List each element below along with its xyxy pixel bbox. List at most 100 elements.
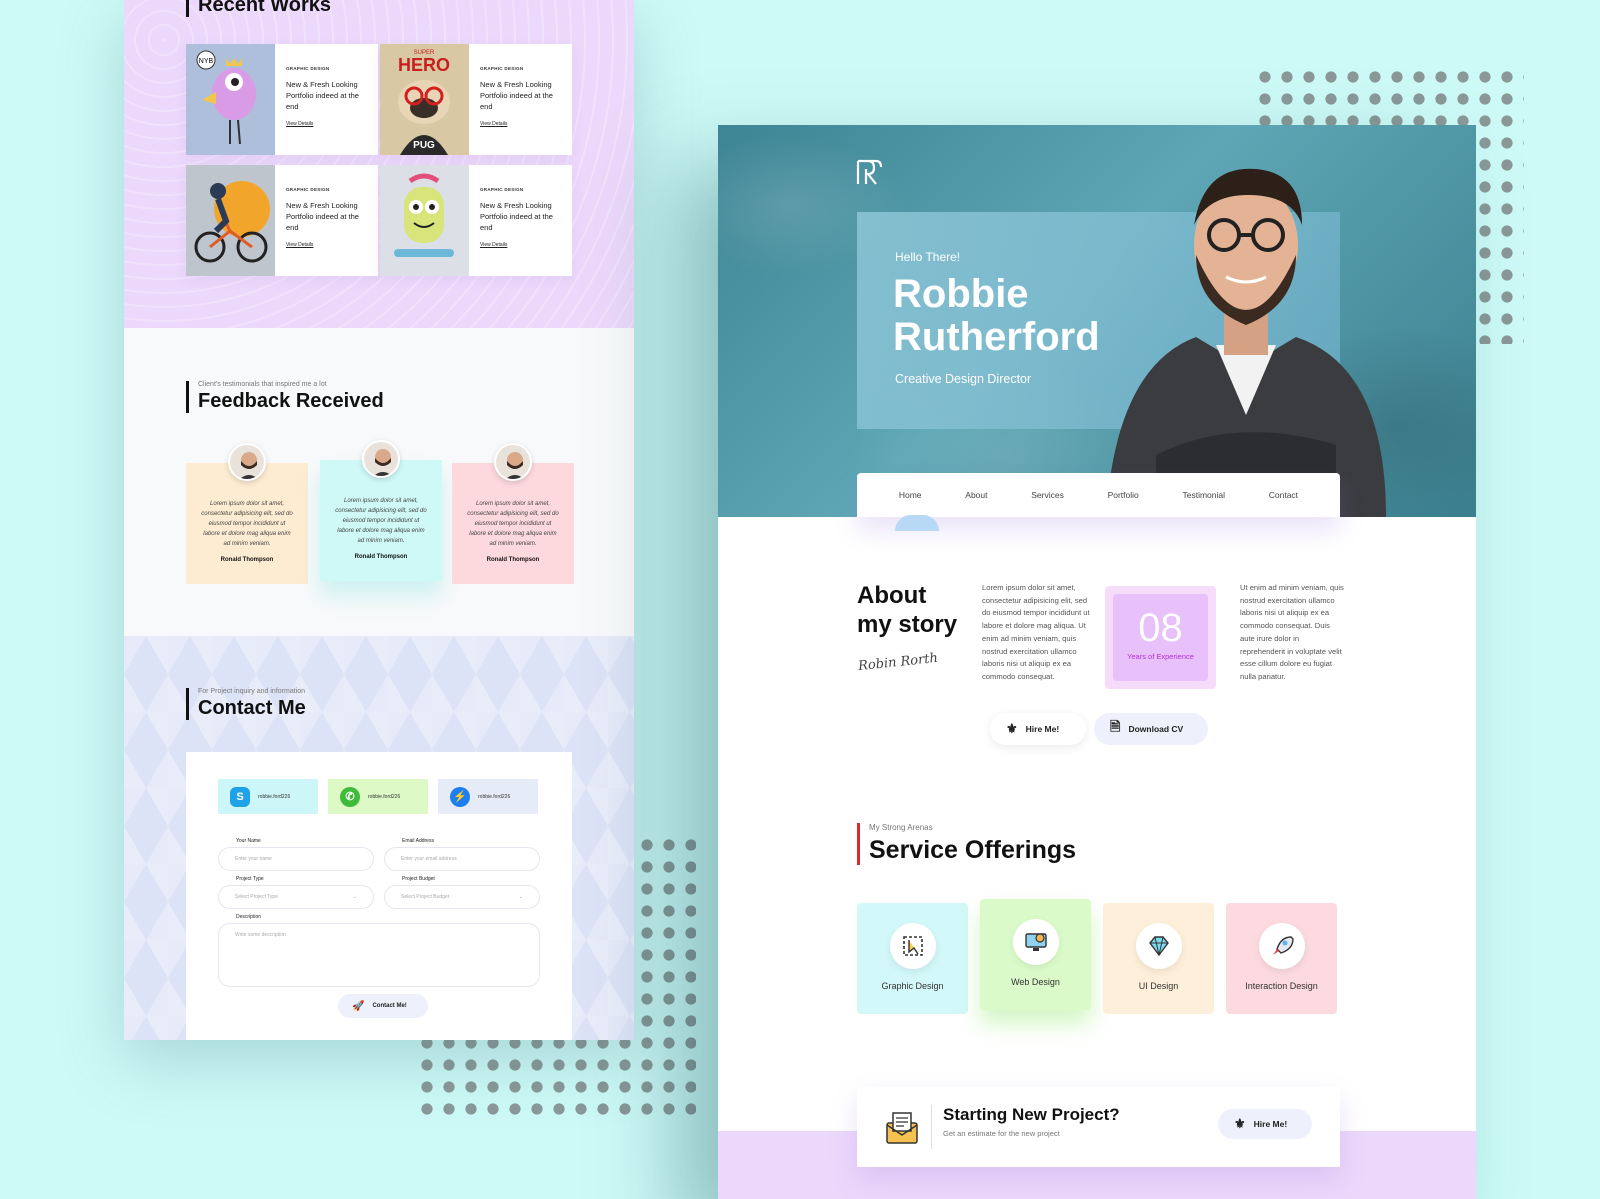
bmx-illustration [194, 181, 270, 263]
years-count: 08 [1138, 606, 1183, 650]
description-label: Description [236, 914, 262, 920]
cta-card: Starting New Project? Get an estimate fo… [857, 1087, 1340, 1167]
avatar [228, 443, 266, 481]
hero-portrait [1106, 168, 1386, 517]
testimonial-quote: Lorem ipsum dolor sit amet, consectetur … [201, 501, 293, 547]
document-icon: 🗎 [1110, 719, 1121, 734]
messenger-icon: ⚡ [450, 786, 470, 807]
whatsapp-contact-chip[interactable]: ✆ robbie.ford226 [328, 779, 428, 814]
avatar [362, 440, 400, 478]
description-textarea[interactable]: Write some description [218, 923, 540, 987]
greeting-text: Hello There! [895, 250, 961, 264]
testimonial-name: Ronald Thompson [354, 554, 408, 560]
project-type-select[interactable]: Select Project Type ⌄ [218, 885, 374, 909]
right-page-preview: Hello There! Robbie Rutherford Creative … [718, 125, 1476, 1199]
bird-badge-text: NYB [199, 58, 214, 65]
work-thumbnail-bird: NYB [186, 44, 275, 155]
work-thumbnail-pug: SUPER HERO PUG [380, 44, 469, 155]
feedback-heading: Client's testimonials that inspired me a… [186, 381, 384, 413]
view-details-link[interactable]: View Details [480, 242, 572, 248]
pug-illustration: SUPER HERO PUG [398, 50, 450, 155]
work-card[interactable]: GRAPHIC DESIGN New & Fresh Looking Portf… [380, 165, 572, 276]
cta-subtitle: Get an estimate for the new project [943, 1129, 1060, 1138]
work-title: New & Fresh Looking Portfolio indeed at … [480, 201, 553, 232]
hero-first-name: Robbie [893, 272, 1029, 316]
hero-role: Creative Design Director [895, 372, 1032, 386]
chevron-down-icon: ⌄ [518, 894, 523, 900]
nav-testimonial[interactable]: Testimonial [1182, 490, 1225, 500]
project-type-label: Project Type [236, 876, 264, 882]
work-category: GRAPHIC DESIGN [286, 66, 330, 71]
work-card[interactable]: NYB GRAPHIC DESIGN New & Fresh Looking P… [186, 44, 378, 155]
service-card-graphic-design[interactable]: Graphic Design [857, 903, 968, 1014]
work-card[interactable]: SUPER HERO PUG GRAPHIC DESIGN New & Fres… [380, 44, 572, 155]
view-details-link[interactable]: View Details [286, 121, 378, 127]
email-field[interactable]: Enter your email address [384, 847, 540, 871]
contact-heading: For Project inquiry and information Cont… [186, 688, 306, 720]
project-budget-label: Project Budget [402, 876, 435, 882]
nav-active-indicator [895, 515, 939, 531]
work-title: New & Fresh Looking Portfolio indeed at … [286, 201, 359, 232]
messenger-contact-chip[interactable]: ⚡ robbie.ford226 [438, 779, 538, 814]
cta-title: Starting New Project? [943, 1105, 1120, 1124]
about-title: About my story [857, 582, 958, 638]
whatsapp-icon: ✆ [340, 786, 360, 807]
testimonial-name: Ronald Thompson [486, 557, 540, 563]
mail-icon [886, 1112, 918, 1144]
chevron-down-icon: ⌄ [352, 894, 357, 900]
nav-about[interactable]: About [965, 490, 987, 500]
download-cv-button[interactable]: 🗎 Download CV [1094, 713, 1208, 745]
graphic-design-icon [889, 923, 936, 969]
skype-icon: S [230, 786, 250, 807]
nav-services[interactable]: Services [1031, 490, 1064, 500]
cta-divider [931, 1105, 932, 1149]
monster-illustration [394, 173, 454, 257]
cta-hire-me-button[interactable]: ⚜ Hire Me! [1218, 1109, 1312, 1139]
work-category: GRAPHIC DESIGN [480, 187, 524, 192]
service-card-ui-design[interactable]: UI Design [1103, 903, 1214, 1014]
nav-contact[interactable]: Contact [1269, 490, 1298, 500]
contact-me-button[interactable]: 🚀 Contact Me! [338, 994, 428, 1018]
main-navigation: Home About Services Portfolio Testimonia… [857, 473, 1340, 531]
testimonial-card: Lorem ipsum dolor sit amet, consectetur … [452, 443, 574, 584]
contact-form-card: S robbie.ford226 ✆ robbie.ford226 ⚡ robb… [186, 752, 572, 1040]
about-text-col1: Lorem ipsum dolor sit amet, consectetur … [982, 583, 1090, 681]
work-category: GRAPHIC DESIGN [480, 66, 524, 71]
skype-contact-chip[interactable]: S robbie.ford226 [218, 779, 318, 814]
logo-icon [856, 159, 883, 185]
hire-me-button[interactable]: ⚜ Hire Me! [990, 713, 1086, 745]
service-card-interaction-design[interactable]: Interaction Design [1226, 903, 1337, 1014]
years-label: Years of Experience [1127, 652, 1194, 661]
testimonial-card: Lorem ipsum dolor sit amet, consectetur … [186, 443, 308, 584]
email-label: Email Address [402, 838, 434, 844]
view-details-link[interactable]: View Details [286, 242, 378, 248]
testimonial-name: Ronald Thompson [220, 557, 274, 563]
hire-icon: ⚜ [1234, 1116, 1246, 1131]
name-field[interactable]: Enter your name [218, 847, 374, 871]
name-label: Your Name [236, 838, 261, 844]
view-details-link[interactable]: View Details [480, 121, 572, 127]
testimonial-quote: Lorem ipsum dolor sit amet, consectetur … [335, 498, 427, 544]
signature: Robin Rorth [857, 650, 939, 675]
about-text-col2: Ut enim ad minim veniam, quis nostrud ex… [1240, 583, 1344, 681]
work-card[interactable]: GRAPHIC DESIGN New & Fresh Looking Portf… [186, 165, 378, 276]
web-design-icon [1012, 919, 1059, 965]
work-thumbnail-monster [380, 165, 469, 276]
work-category: GRAPHIC DESIGN [286, 187, 330, 192]
work-title: New & Fresh Looking Portfolio indeed at … [286, 80, 359, 111]
bird-illustration: NYB [196, 50, 256, 145]
hero-last-name: Rutherford [893, 315, 1100, 359]
experience-badge: 08 Years of Experience [1105, 586, 1216, 689]
project-budget-select[interactable]: Select Project Budget ⌄ [384, 885, 540, 909]
hero-text: HERO [398, 55, 450, 75]
nav-home[interactable]: Home [899, 490, 922, 500]
services-heading: My Strong Arenas Service Offerings [857, 823, 1076, 865]
rocket-icon [1258, 923, 1305, 969]
rocket-icon: 🚀 [352, 1000, 365, 1012]
recent-works-section: Recent Works NYB GRAPHIC DESIGN New & Fr… [124, 0, 634, 328]
recent-works-heading: Recent Works [186, 0, 331, 17]
feedback-section: Client's testimonials that inspired me a… [124, 328, 634, 636]
service-card-web-design[interactable]: Web Design [980, 899, 1091, 1010]
nav-portfolio[interactable]: Portfolio [1108, 490, 1139, 500]
hire-icon: ⚜ [1006, 721, 1018, 736]
